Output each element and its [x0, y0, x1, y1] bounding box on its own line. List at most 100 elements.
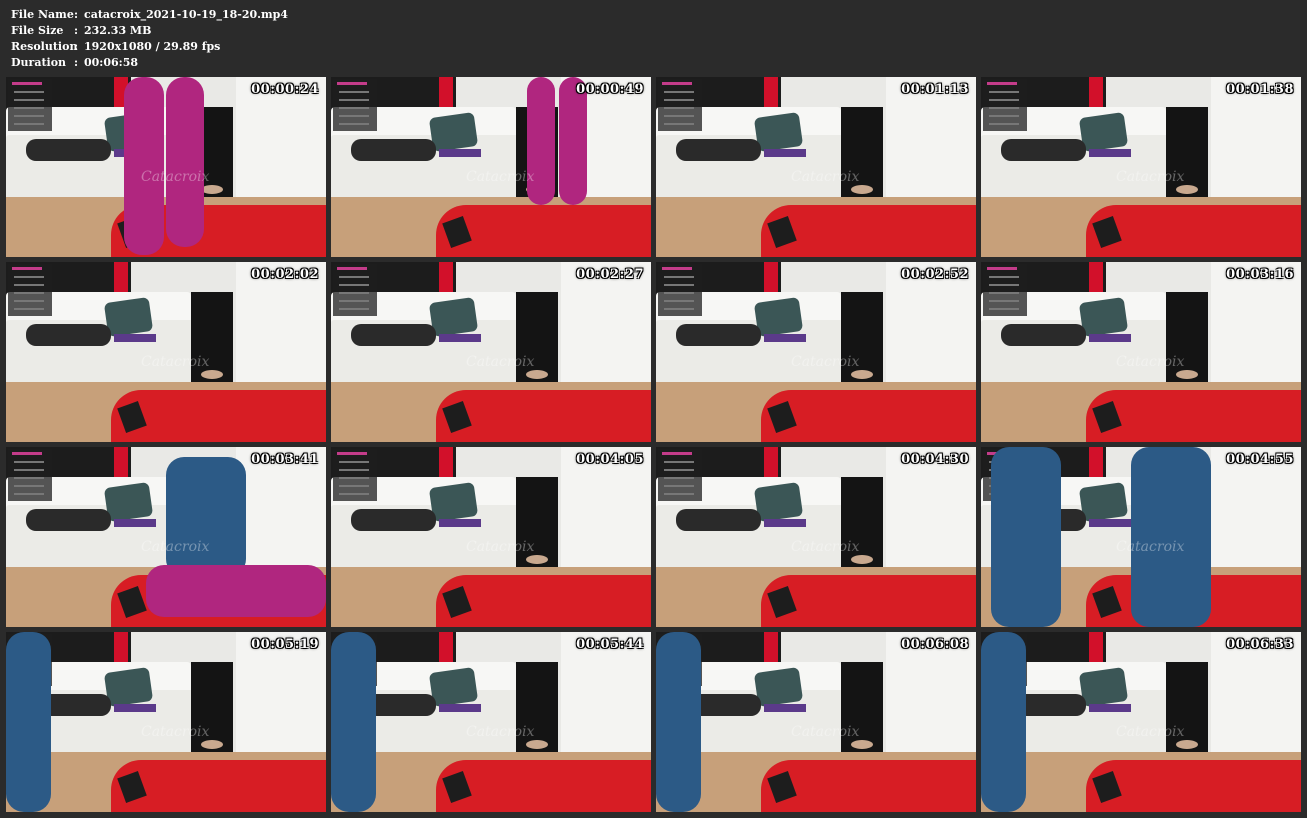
overlay-line	[664, 276, 694, 278]
overlay-line	[664, 284, 694, 286]
scene-box	[439, 334, 481, 342]
watermark: Catacroix	[1116, 354, 1185, 370]
video-thumbnail[interactable]: Catacroix 00:03:16	[981, 262, 1301, 442]
overlay-line	[989, 284, 1019, 286]
video-thumbnail[interactable]: Catacroix 00:00:24	[6, 77, 326, 257]
overlay-line	[339, 276, 369, 278]
scene-shoe	[526, 370, 548, 379]
overlay-line	[339, 91, 369, 93]
thumbnail-scene: Catacroix	[331, 632, 651, 812]
thumbnail-timestamp: 00:05:19	[251, 637, 319, 652]
thumbnail-timestamp: 00:04:30	[901, 452, 969, 467]
thumbnail-scene: Catacroix	[656, 77, 976, 257]
overlay-line	[14, 276, 44, 278]
scene-box	[114, 519, 156, 527]
scene-pillow	[103, 482, 154, 522]
video-thumbnail[interactable]: Catacroix 00:05:19	[6, 632, 326, 812]
stream-overlay-panel	[983, 264, 1027, 316]
watermark: Catacroix	[791, 724, 860, 740]
file-size-row: File Size : 232.33 MB	[11, 23, 288, 39]
video-thumbnail[interactable]: Catacroix 00:02:27	[331, 262, 651, 442]
stream-overlay-panel	[8, 264, 52, 316]
watermark: Catacroix	[141, 724, 210, 740]
thumbnail-scene: Catacroix	[981, 77, 1301, 257]
resolution-row: Resolution : 1920x1080 / 29.89 fps	[11, 39, 288, 55]
scene-box	[764, 519, 806, 527]
stream-overlay-panel	[658, 264, 702, 316]
scene-box	[1089, 704, 1131, 712]
overlay-line	[14, 115, 44, 117]
file-info-header: File Name : catacroix_2021-10-19_18-20.m…	[11, 7, 288, 71]
overlay-line	[14, 477, 44, 479]
person-figure	[6, 632, 51, 812]
watermark: Catacroix	[141, 169, 210, 185]
scene-cloth	[26, 324, 111, 346]
resolution-value: 1920x1080 / 29.89 fps	[84, 40, 221, 53]
thumbnail-scene: Catacroix	[331, 447, 651, 627]
video-thumbnail[interactable]: Catacroix 00:01:13	[656, 77, 976, 257]
person-figure	[981, 632, 1026, 812]
separator: :	[74, 8, 79, 21]
overlay-line	[339, 300, 369, 302]
file-size-label: File Size	[11, 24, 64, 37]
scene-cloth	[26, 509, 111, 531]
video-thumbnail[interactable]: Catacroix 00:02:52	[656, 262, 976, 442]
video-thumbnail[interactable]: Catacroix 00:01:38	[981, 77, 1301, 257]
video-thumbnail[interactable]: Catacroix 00:04:30	[656, 447, 976, 627]
overlay-line	[664, 91, 694, 93]
watermark: Catacroix	[141, 539, 210, 555]
video-thumbnail[interactable]: Catacroix 00:03:41	[6, 447, 326, 627]
watermark: Catacroix	[1116, 539, 1185, 555]
video-thumbnail[interactable]: Catacroix 00:06:08	[656, 632, 976, 812]
overlay-line	[989, 276, 1019, 278]
video-thumbnail[interactable]: Catacroix 00:05:44	[331, 632, 651, 812]
overlay-line	[14, 300, 44, 302]
scene-pillow	[428, 112, 479, 152]
scene-pillow	[753, 112, 804, 152]
person-figure	[146, 565, 326, 617]
thumbnail-scene: Catacroix	[656, 262, 976, 442]
overlay-line	[664, 461, 694, 463]
overlay-line	[339, 107, 369, 109]
overlay-line	[989, 123, 1019, 125]
video-thumbnail[interactable]: Catacroix 00:02:02	[6, 262, 326, 442]
overlay-line	[664, 493, 694, 495]
video-thumbnail[interactable]: Catacroix 00:04:55	[981, 447, 1301, 627]
thumbnail-timestamp: 00:02:02	[251, 267, 319, 282]
thumbnail-timestamp: 00:01:13	[901, 82, 969, 97]
watermark: Catacroix	[1116, 724, 1185, 740]
person-figure	[1131, 447, 1211, 627]
thumbnail-timestamp: 00:06:33	[1226, 637, 1294, 652]
overlay-line	[339, 469, 369, 471]
overlay-title-bar	[662, 452, 692, 455]
scene-shoe	[851, 555, 873, 564]
person-figure	[527, 77, 555, 205]
scene-cloth	[676, 324, 761, 346]
scene-cloth	[676, 509, 761, 531]
scene-shoe	[201, 370, 223, 379]
scene-pillow	[1078, 667, 1129, 707]
video-thumbnail[interactable]: Catacroix 00:00:49	[331, 77, 651, 257]
overlay-line	[14, 461, 44, 463]
scene-box	[114, 704, 156, 712]
scene-shoe	[851, 185, 873, 194]
stream-overlay-panel	[983, 79, 1027, 131]
person-figure	[991, 447, 1061, 627]
overlay-line	[989, 99, 1019, 101]
thumbnail-timestamp: 00:05:44	[576, 637, 644, 652]
overlay-title-bar	[662, 82, 692, 85]
video-thumbnail[interactable]: Catacroix 00:04:05	[331, 447, 651, 627]
thumbnail-scene: Catacroix	[331, 262, 651, 442]
scene-box	[764, 704, 806, 712]
scene-box	[1089, 334, 1131, 342]
scene-cloth	[1001, 139, 1086, 161]
thumbnail-timestamp: 00:06:08	[901, 637, 969, 652]
video-thumbnail[interactable]: Catacroix 00:06:33	[981, 632, 1301, 812]
scene-shoe	[1176, 370, 1198, 379]
stream-overlay-panel	[333, 79, 377, 131]
scene-box	[1089, 519, 1131, 527]
thumbnail-timestamp: 00:00:24	[251, 82, 319, 97]
stream-overlay-panel	[8, 79, 52, 131]
scene-shoe	[851, 740, 873, 749]
thumbnail-timestamp: 00:03:16	[1226, 267, 1294, 282]
